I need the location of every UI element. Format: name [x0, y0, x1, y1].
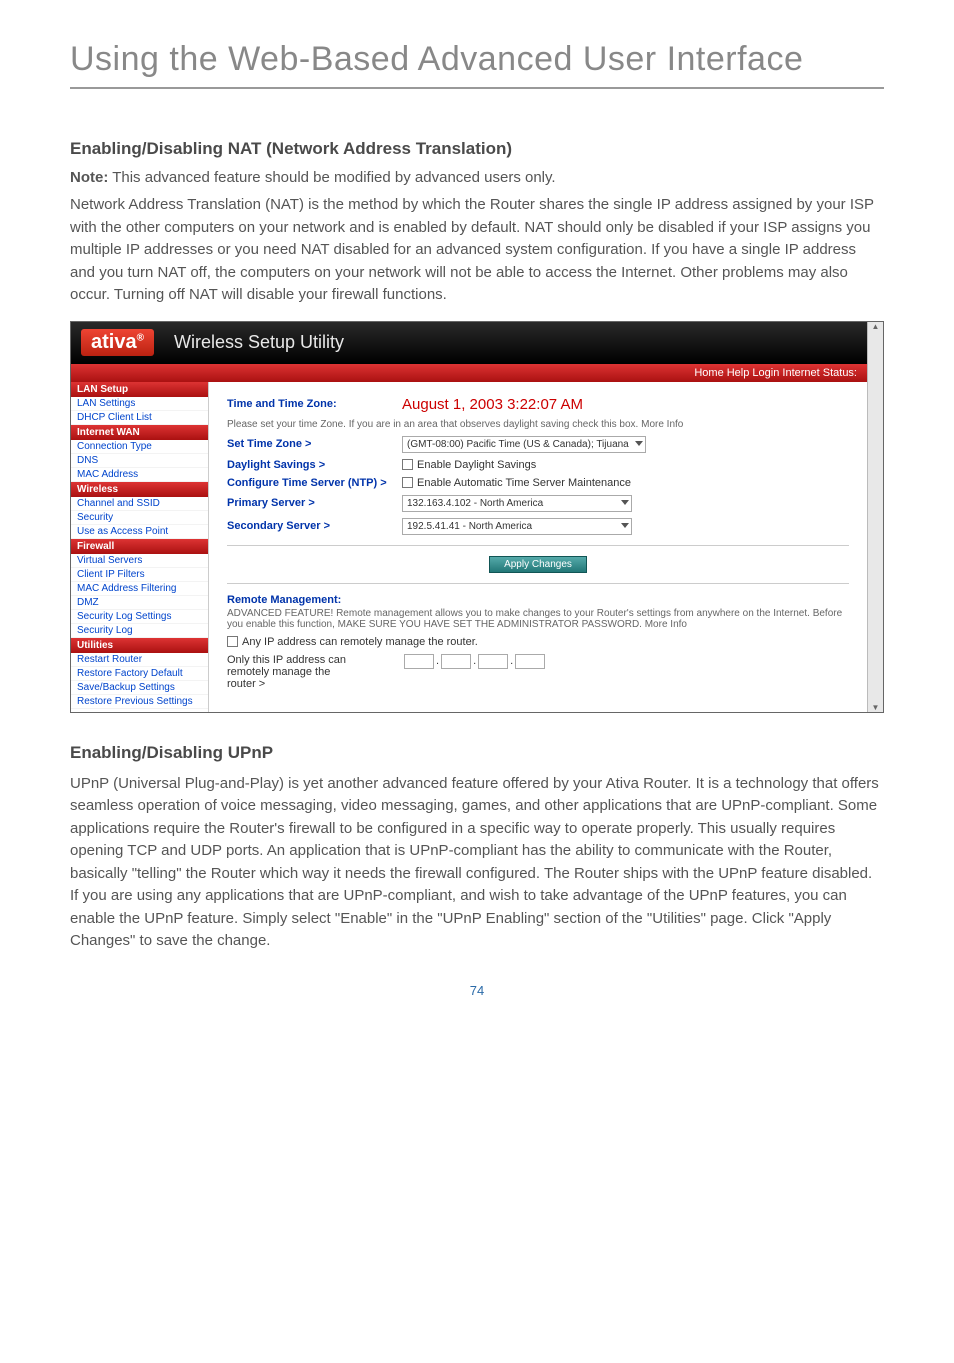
nat-heading: Enabling/Disabling NAT (Network Address …	[70, 139, 884, 159]
ip-octet-4[interactable]	[515, 654, 545, 669]
row-label: Primary Server >	[227, 497, 402, 509]
remote-any-ip-checkbox[interactable]	[227, 636, 238, 647]
ss-main: Time and Time Zone: August 1, 2003 3:22:…	[209, 382, 867, 712]
row-label: Configure Time Server (NTP) >	[227, 477, 402, 489]
sidebar-item[interactable]: MAC Address Filtering	[71, 582, 208, 596]
upnp-heading: Enabling/Disabling UPnP	[70, 743, 884, 763]
row-label: Daylight Savings >	[227, 459, 402, 471]
remote-any-ip-label: Any IP address can remotely manage the r…	[242, 636, 478, 648]
row-label: Set Time Zone >	[227, 438, 402, 450]
timezone-select[interactable]: (GMT-08:00) Pacific Time (US & Canada); …	[402, 436, 646, 453]
sidebar-item[interactable]: Security Log	[71, 624, 208, 638]
ntp-label: Enable Automatic Time Server Maintenance	[417, 477, 631, 489]
nat-body: Network Address Translation (NAT) is the…	[70, 194, 884, 307]
daylight-checkbox[interactable]	[402, 459, 413, 470]
sidebar-item[interactable]: DMZ	[71, 596, 208, 610]
sidebar-item[interactable]: Restore Factory Default	[71, 667, 208, 681]
scrollbar[interactable]: ▲ ▼	[867, 322, 883, 712]
sidebar-head: Internet WAN	[71, 425, 208, 440]
ss-topbar: ativa® Wireless Setup Utility	[71, 322, 867, 364]
sidebar-item[interactable]: Restart Router	[71, 653, 208, 667]
remote-desc: ADVANCED FEATURE! Remote management allo…	[227, 608, 849, 630]
divider	[227, 583, 849, 584]
sidebar-item[interactable]: DNS	[71, 454, 208, 468]
sidebar-item[interactable]: Use as Access Point	[71, 525, 208, 539]
sidebar-item[interactable]: Restore Previous Settings	[71, 695, 208, 709]
page-title: Using the Web-Based Advanced User Interf…	[70, 40, 884, 89]
sidebar-item[interactable]: Save/Backup Settings	[71, 681, 208, 695]
sidebar-item[interactable]: Virtual Servers	[71, 554, 208, 568]
sidebar-item[interactable]: Client IP Filters	[71, 568, 208, 582]
upnp-body: UPnP (Universal Plug-and-Play) is yet an…	[70, 773, 884, 953]
note-text: This advanced feature should be modified…	[108, 169, 555, 186]
secondary-server-select[interactable]: 192.5.41.41 - North America	[402, 518, 632, 535]
sidebar-item[interactable]: Security	[71, 511, 208, 525]
tz-value: August 1, 2003 3:22:07 AM	[402, 396, 849, 413]
tz-link[interactable]: Time and Time Zone:	[227, 398, 402, 410]
sidebar-head: LAN Setup	[71, 382, 208, 397]
ss-linksbar: Home Help Login Internet Status:	[71, 364, 867, 382]
ss-sidebar: LAN Setup LAN Settings DHCP Client List …	[71, 382, 209, 712]
scroll-up-icon[interactable]: ▲	[872, 322, 880, 331]
ip-octet-1[interactable]	[404, 654, 434, 669]
daylight-label: Enable Daylight Savings	[417, 459, 536, 471]
sidebar-item[interactable]: MAC Address	[71, 468, 208, 482]
sidebar-item[interactable]: DHCP Client List	[71, 411, 208, 425]
primary-server-select[interactable]: 132.163.4.102 - North America	[402, 495, 632, 512]
sidebar-head: Wireless	[71, 482, 208, 497]
sidebar-item[interactable]: Channel and SSID	[71, 497, 208, 511]
brand-logo: ativa®	[81, 329, 154, 356]
page-number: 74	[70, 983, 884, 998]
remote-mgmt-heading: Remote Management:	[227, 594, 849, 606]
tz-desc: Please set your time Zone. If you are in…	[227, 419, 849, 430]
sidebar-head: Firewall	[71, 539, 208, 554]
sidebar-head: Utilities	[71, 638, 208, 653]
ntp-checkbox[interactable]	[402, 477, 413, 488]
sidebar-item[interactable]: Security Log Settings	[71, 610, 208, 624]
remote-only-ip-label: Only this IP address can remotely manage…	[227, 654, 402, 690]
sidebar-item[interactable]: Connection Type	[71, 440, 208, 454]
sidebar-item[interactable]: LAN Settings	[71, 397, 208, 411]
note-label: Note:	[70, 169, 108, 186]
divider	[227, 545, 849, 546]
row-label: Secondary Server >	[227, 520, 402, 532]
router-ui-screenshot: ativa® Wireless Setup Utility Home Help …	[70, 321, 884, 713]
nat-note: Note: This advanced feature should be mo…	[70, 169, 884, 186]
ip-octet-3[interactable]	[478, 654, 508, 669]
apply-changes-button[interactable]: Apply Changes	[489, 556, 587, 573]
ip-octet-2[interactable]	[441, 654, 471, 669]
scroll-down-icon[interactable]: ▼	[872, 703, 880, 712]
ss-app-title: Wireless Setup Utility	[174, 332, 344, 353]
